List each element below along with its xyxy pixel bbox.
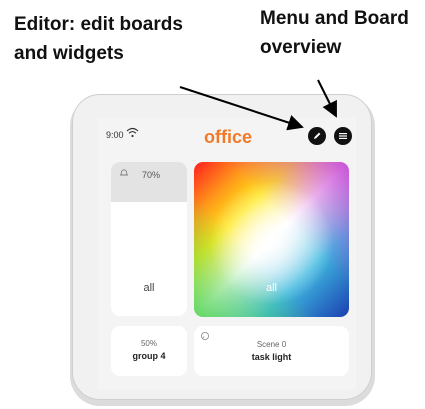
- menu-annotation: Menu and Board overview: [260, 4, 425, 62]
- status-time: 9:00: [106, 130, 124, 140]
- scene-label: Scene 0: [256, 340, 287, 349]
- edit-button[interactable]: [308, 127, 326, 145]
- menu-button[interactable]: [334, 127, 352, 145]
- scene-name: task light: [251, 352, 292, 362]
- group4-widget[interactable]: 50% group 4: [111, 326, 187, 376]
- editor-annotation: Editor: edit boards and widgets: [14, 10, 224, 68]
- device-screen: 9:00 office 70% all all 50% group 4 Scen…: [98, 118, 356, 390]
- group4-name: group 4: [132, 351, 166, 361]
- group-slider-percent: 70%: [142, 170, 161, 180]
- color-picker-label: all: [265, 282, 277, 294]
- board-title: office: [203, 127, 252, 147]
- group4-percent: 50%: [140, 339, 157, 348]
- group-slider-widget[interactable]: 70% all: [111, 162, 187, 316]
- menu-annotation-line-2: overview: [260, 37, 342, 58]
- scene-widget[interactable]: Scene 0 task light: [194, 326, 349, 376]
- wifi-icon: [126, 127, 139, 138]
- group-slider-label: all: [143, 282, 155, 294]
- menu-annotation-line-1: Menu and Board: [260, 8, 409, 29]
- color-picker-widget[interactable]: all: [194, 162, 349, 317]
- bell-icon: [120, 169, 128, 176]
- editor-annotation-line-1: Editor: edit boards: [14, 14, 183, 35]
- pencil-icon: [314, 132, 321, 139]
- hamburger-menu-icon: [339, 133, 347, 139]
- editor-annotation-line-2: and widgets: [14, 43, 124, 64]
